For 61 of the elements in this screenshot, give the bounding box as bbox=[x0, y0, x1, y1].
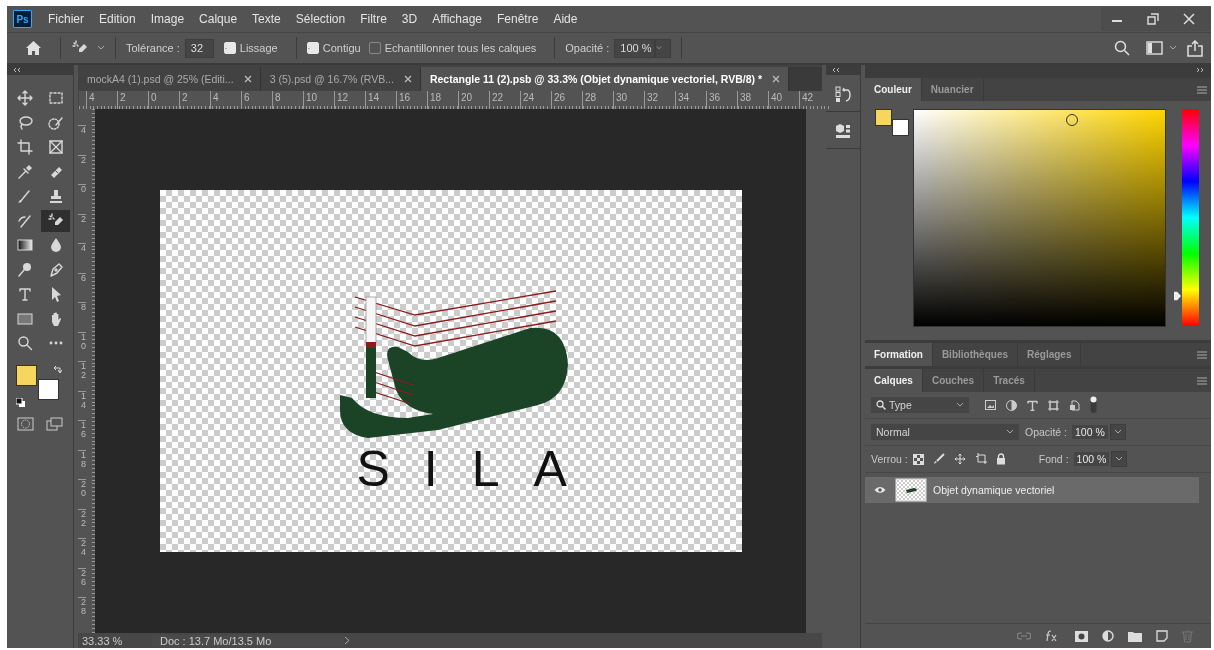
lock-label: Verrou : bbox=[871, 453, 908, 465]
menu-item[interactable]: Calque bbox=[199, 12, 238, 26]
document-tab[interactable]: Rectangle 11 (2).psb @ 33.3% (Objet dynamique vectoriel, RVB/8) * bbox=[420, 67, 790, 91]
logo-text: SILA bbox=[356, 444, 601, 494]
ruler-number: 8 bbox=[78, 302, 86, 332]
menu-item[interactable]: Image bbox=[150, 12, 185, 26]
document-tab[interactable]: mockA4 (1).psd @ 25% (Editi... bbox=[78, 67, 261, 91]
menu-item[interactable]: Aide bbox=[553, 12, 578, 26]
fill-field[interactable]: 100 % bbox=[1073, 452, 1110, 466]
panel-tab[interactable]: Couches bbox=[922, 369, 985, 392]
blend-mode-dropdown[interactable]: Normal bbox=[871, 424, 1019, 440]
app-logo: Ps bbox=[13, 10, 32, 28]
ruler-number: 18 bbox=[78, 449, 86, 479]
menu-item[interactable]: Fichier bbox=[48, 12, 84, 26]
panel-tab[interactable]: Calques bbox=[865, 369, 923, 392]
menu-item[interactable]: Fenêtre bbox=[497, 12, 539, 26]
layer-name: Objet dynamique vectoriel bbox=[933, 484, 1055, 496]
tolerance-label: Tolérance : bbox=[126, 42, 180, 54]
menu-item[interactable]: 3D bbox=[401, 12, 418, 26]
ruler-number: 6 bbox=[78, 272, 86, 302]
panel-tab[interactable]: Tracés bbox=[984, 369, 1035, 392]
ruler-number: 2 bbox=[78, 213, 86, 243]
ruler-number: 12 bbox=[78, 361, 86, 391]
filter-dropdown[interactable]: Type bbox=[871, 397, 969, 413]
fill-label: Fond : bbox=[1038, 453, 1069, 465]
ruler-number: 22 bbox=[78, 508, 86, 538]
panel-tab[interactable]: Réglages bbox=[1018, 343, 1082, 366]
ruler-number: 28 bbox=[78, 597, 86, 627]
ruler-number: 20 bbox=[78, 479, 86, 509]
document-tab[interactable]: 3 (5).psd @ 16.7% (RVB... bbox=[260, 67, 421, 91]
panel-tab[interactable]: Bibliothèques bbox=[932, 343, 1018, 366]
menu-item[interactable]: Affichage bbox=[432, 12, 482, 26]
tab-title: 3 (5).psd @ 16.7% (RVB... bbox=[269, 73, 394, 85]
ruler-number: 0 bbox=[78, 184, 86, 214]
checkbox-label: Lissage bbox=[239, 42, 278, 54]
menu-item[interactable]: Texte bbox=[252, 12, 281, 26]
menu-item[interactable]: Sélection bbox=[295, 12, 346, 26]
tolerance-field[interactable]: 32 bbox=[184, 38, 214, 58]
ruler-number: 14 bbox=[78, 390, 86, 420]
panel-tab[interactable]: Couleur bbox=[865, 78, 922, 101]
ruler-number: 4 bbox=[78, 243, 86, 273]
ruler-number: 10 bbox=[78, 331, 86, 361]
menu-item[interactable]: Filtre bbox=[360, 12, 387, 26]
tab-title: Rectangle 11 (2).psb @ 33.3% (Objet dynamique vectoriel, RVB/8) * bbox=[429, 73, 763, 85]
panel-tab[interactable]: Formation bbox=[865, 343, 933, 366]
menu-item[interactable]: Edition bbox=[99, 12, 136, 26]
layer-row[interactable]: Objet dynamique vectoriel bbox=[865, 477, 1199, 503]
ruler-number: 2 bbox=[78, 154, 86, 184]
ruler-number: 16 bbox=[78, 420, 86, 450]
ruler-number: 24 bbox=[78, 538, 86, 568]
checkbox-label: Echantillonner tous les calques bbox=[384, 42, 537, 54]
opacity-field[interactable]: 100 % bbox=[1072, 425, 1108, 439]
zoom-level[interactable]: 33.33 % bbox=[78, 634, 152, 647]
opacity-label: Opacité : bbox=[1025, 426, 1068, 438]
ruler-number: 4 bbox=[78, 125, 86, 155]
opacity-label: Opacité : bbox=[565, 42, 610, 54]
ruler-number: 26 bbox=[78, 567, 86, 597]
tab-title: mockA4 (1).psd @ 25% (Editi... bbox=[87, 73, 234, 85]
checkbox-label: Contigu bbox=[322, 42, 361, 54]
panel-tab[interactable]: Nuancier bbox=[921, 78, 984, 101]
opacity-field[interactable]: 100 % bbox=[614, 38, 656, 58]
